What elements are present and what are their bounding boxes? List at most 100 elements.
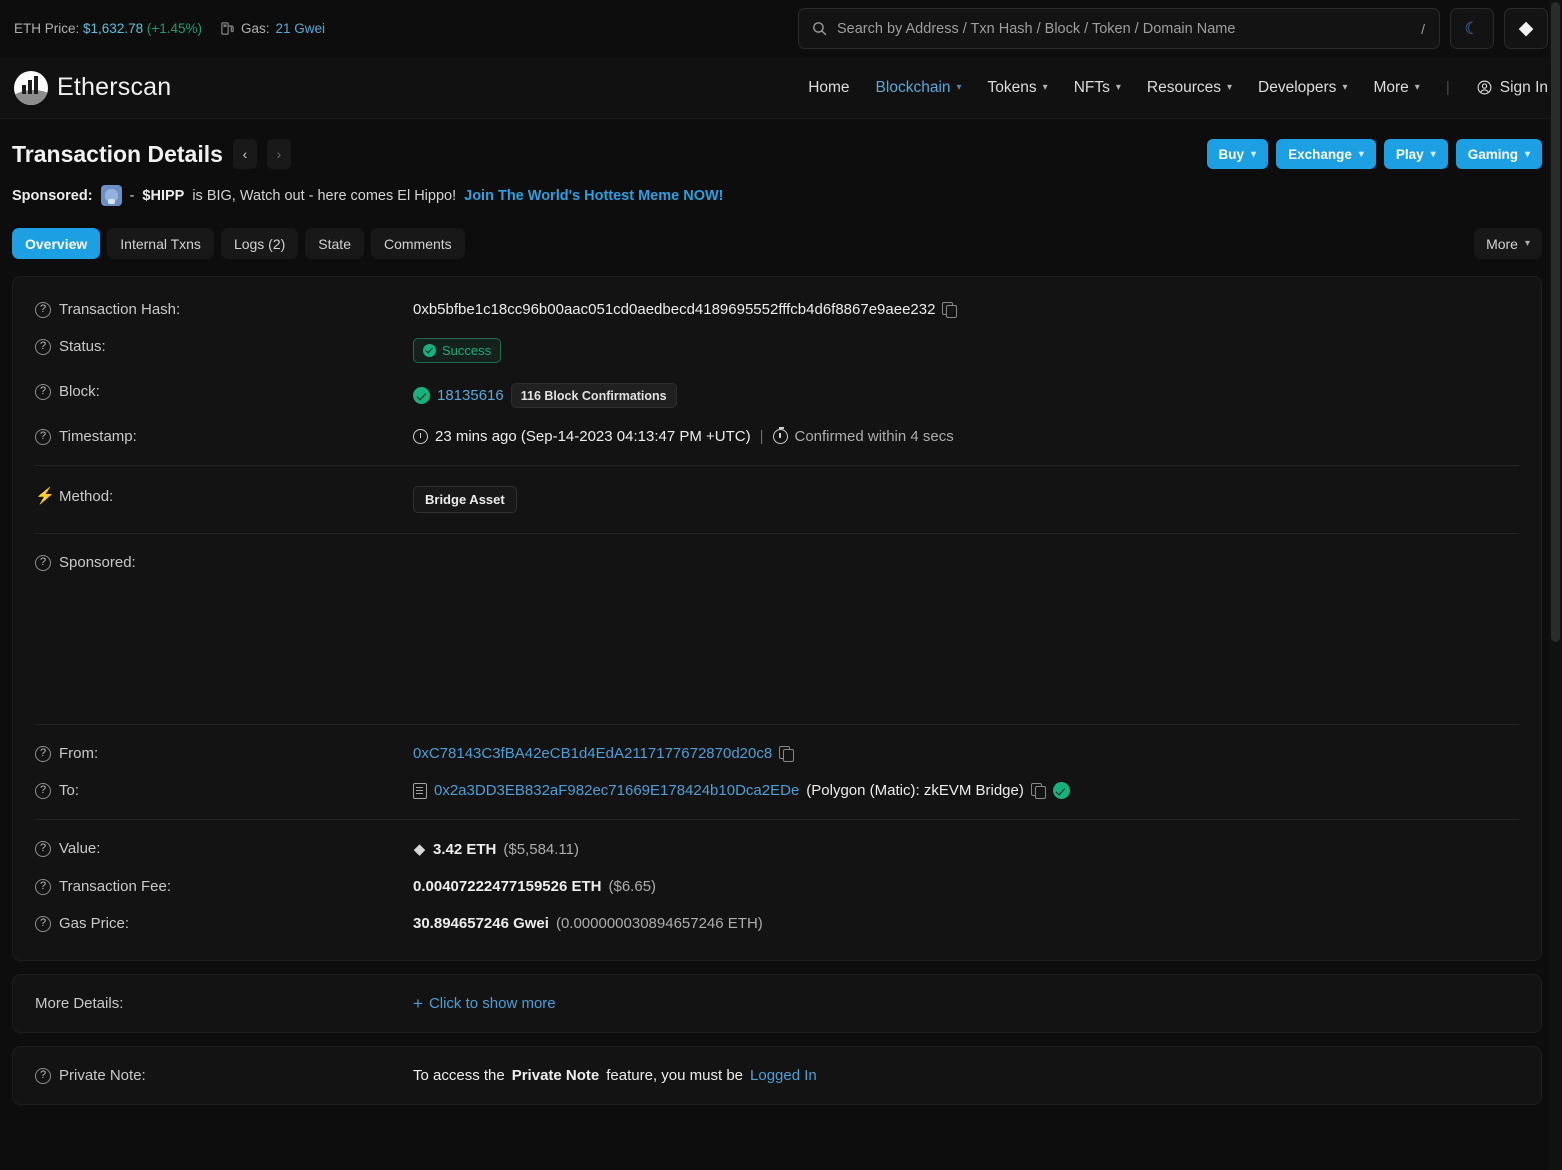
value-eth: 3.42 ETH bbox=[433, 841, 496, 858]
row-from: ? From: 0xC78143C3fBA42eCB1d4EdA21171776… bbox=[35, 735, 1519, 772]
help-icon[interactable]: ? bbox=[35, 1068, 51, 1084]
fee-label: Transaction Fee: bbox=[59, 878, 171, 895]
nav-item-more[interactable]: More ▾ bbox=[1373, 79, 1419, 97]
help-icon[interactable]: ? bbox=[35, 339, 51, 355]
from-address-link[interactable]: 0xC78143C3fBA42eCB1d4EdA2117177672870d20… bbox=[413, 745, 772, 762]
gas-value: 21 Gwei bbox=[276, 21, 326, 36]
private-note-label: Private Note: bbox=[59, 1067, 146, 1084]
gas-price-value-cell: 30.894657246 Gwei (0.000000030894657246 … bbox=[413, 915, 763, 932]
nav-item-developers[interactable]: Developers ▾ bbox=[1258, 79, 1347, 97]
tab-comments[interactable]: Comments bbox=[371, 228, 465, 259]
gas-pump-icon bbox=[220, 21, 235, 36]
help-icon[interactable]: ? bbox=[35, 879, 51, 895]
network-switch-button[interactable]: ◆ bbox=[1504, 8, 1548, 49]
hippo-token-icon bbox=[101, 185, 122, 206]
block-label: Block: bbox=[59, 383, 100, 400]
nav-item-tokens[interactable]: Tokens ▾ bbox=[988, 79, 1048, 97]
fee-eth: 0.00407222477159526 ETH bbox=[413, 878, 602, 895]
nav-item-home[interactable]: Home bbox=[808, 79, 849, 97]
next-transaction-button[interactable]: › bbox=[267, 139, 291, 169]
eth-price-label: ETH Price: bbox=[14, 21, 79, 36]
to-value-cell: 0x2a3DD3EB832aF982ec71669E178424b10Dca2E… bbox=[413, 782, 1070, 799]
timestamp-value-cell: 23 mins ago (Sep-14-2023 04:13:47 PM +UT… bbox=[413, 428, 954, 445]
value-label: Value: bbox=[59, 840, 100, 857]
theme-toggle-button[interactable]: ☾ bbox=[1450, 8, 1494, 49]
sponsored-text: is BIG, Watch out - here comes El Hippo! bbox=[192, 188, 456, 204]
show-more-toggle[interactable]: + Click to show more bbox=[413, 995, 556, 1012]
help-icon[interactable]: ? bbox=[35, 555, 51, 571]
help-icon[interactable]: ? bbox=[35, 429, 51, 445]
scrollbar-thumb[interactable] bbox=[1551, 2, 1560, 642]
page-header: Transaction Details ‹ › Buy ▾ Exchange ▾… bbox=[0, 119, 1562, 169]
confirmed-within-text: Confirmed within 4 secs bbox=[795, 428, 954, 445]
row-more-details: More Details: + Click to show more bbox=[35, 989, 1519, 1018]
timestamp-value: 23 mins ago (Sep-14-2023 04:13:47 PM +UT… bbox=[435, 428, 751, 445]
copy-icon[interactable] bbox=[1031, 783, 1046, 798]
sign-in-button[interactable]: Sign In bbox=[1476, 79, 1548, 97]
method-label: Method: bbox=[59, 488, 113, 505]
page-scrollbar[interactable] bbox=[1549, 0, 1562, 1170]
nav-item-nfts[interactable]: NFTs ▾ bbox=[1074, 79, 1121, 97]
tab-overview[interactable]: Overview bbox=[12, 228, 100, 259]
prev-transaction-button[interactable]: ‹ bbox=[233, 139, 257, 169]
plus-icon: + bbox=[413, 995, 423, 1012]
buy-button[interactable]: Buy ▾ bbox=[1207, 139, 1269, 169]
help-icon[interactable]: ? bbox=[35, 302, 51, 318]
more-details-label: More Details: bbox=[35, 995, 123, 1012]
search-area: / ☾ ◆ bbox=[798, 8, 1548, 49]
nav-item-resources[interactable]: Resources ▾ bbox=[1147, 79, 1232, 97]
sponsored-ticker: $HIPP bbox=[142, 188, 184, 204]
transaction-hash-value-cell: 0xb5bfbe1c18cc96b00aac051cd0aedbecd41896… bbox=[413, 301, 957, 318]
etherscan-logo[interactable]: Etherscan bbox=[14, 71, 171, 105]
tab-bar: Overview Internal Txns Logs (2) State Co… bbox=[0, 206, 1562, 259]
more-details-value-cell: + Click to show more bbox=[413, 995, 556, 1012]
help-icon[interactable]: ? bbox=[35, 916, 51, 932]
eth-price-change: (+1.45%) bbox=[147, 21, 202, 36]
sponsored-cta-link[interactable]: Join The World's Hottest Meme NOW! bbox=[464, 188, 723, 204]
main-navigation: Etherscan Home Blockchain ▾ Tokens ▾ NFT… bbox=[0, 57, 1562, 119]
tab-internal-txns[interactable]: Internal Txns bbox=[107, 228, 214, 259]
to-address-link[interactable]: 0x2a3DD3EB832aF982ec71669E178424b10Dca2E… bbox=[434, 782, 799, 799]
logged-in-link[interactable]: Logged In bbox=[750, 1067, 817, 1084]
nav-item-blockchain[interactable]: Blockchain ▾ bbox=[876, 79, 962, 97]
nav-divider: | bbox=[1446, 79, 1450, 96]
clock-icon bbox=[413, 429, 428, 444]
help-icon[interactable]: ? bbox=[35, 841, 51, 857]
block-number-link[interactable]: 18135616 bbox=[437, 387, 504, 404]
gaming-label: Gaming bbox=[1468, 147, 1518, 162]
to-address-tag: (Polygon (Matic): zkEVM Bridge) bbox=[806, 782, 1024, 799]
private-note-value-cell: To access the Private Note feature, you … bbox=[413, 1067, 817, 1084]
search-box[interactable]: / bbox=[798, 8, 1440, 49]
search-input[interactable] bbox=[837, 21, 1412, 37]
page-title: Transaction Details bbox=[12, 141, 223, 168]
row-status: ? Status: Success bbox=[35, 328, 1519, 373]
tab-logs[interactable]: Logs (2) bbox=[221, 228, 298, 259]
chevron-down-icon: ▾ bbox=[1227, 82, 1232, 93]
method-badge: Bridge Asset bbox=[413, 486, 517, 513]
private-note-emphasis: Private Note bbox=[512, 1067, 600, 1084]
copy-icon[interactable] bbox=[942, 302, 957, 317]
fee-usd: ($6.65) bbox=[609, 878, 657, 895]
row-transaction-fee: ? Transaction Fee: 0.00407222477159526 E… bbox=[35, 868, 1519, 905]
tab-more-dropdown[interactable]: More ▾ bbox=[1474, 228, 1542, 259]
tab-state[interactable]: State bbox=[305, 228, 364, 259]
eth-price-value[interactable]: $1,632.78 bbox=[83, 21, 143, 36]
help-icon[interactable]: ? bbox=[35, 783, 51, 799]
from-label: From: bbox=[59, 745, 98, 762]
brand-name: Etherscan bbox=[57, 73, 171, 102]
row-sponsored-slot: ? Sponsored: bbox=[35, 544, 1519, 714]
chevron-down-icon: ▾ bbox=[1043, 82, 1048, 93]
play-label: Play bbox=[1396, 147, 1424, 162]
value-usd: ($5,584.11) bbox=[503, 841, 579, 858]
chevron-down-icon: ▾ bbox=[1116, 82, 1121, 93]
gas-price-label-cell: ? Gas Price: bbox=[35, 915, 413, 932]
block-confirmations-badge: 116 Block Confirmations bbox=[511, 383, 677, 408]
search-slash-hint: / bbox=[1421, 21, 1427, 37]
help-icon[interactable]: ? bbox=[35, 384, 51, 400]
gas-tracker[interactable]: Gas: 21 Gwei bbox=[220, 21, 325, 36]
help-icon[interactable]: ? bbox=[35, 746, 51, 762]
exchange-button[interactable]: Exchange ▾ bbox=[1276, 139, 1376, 169]
copy-icon[interactable] bbox=[779, 746, 794, 761]
play-button[interactable]: Play ▾ bbox=[1384, 139, 1448, 169]
gaming-button[interactable]: Gaming ▾ bbox=[1456, 139, 1542, 169]
